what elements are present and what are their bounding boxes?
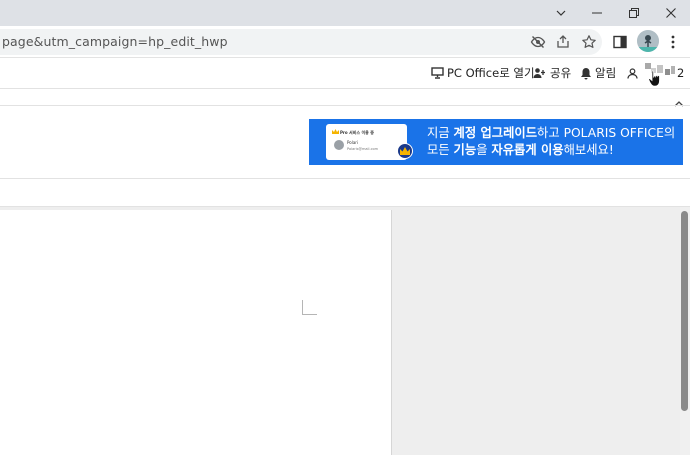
address-bar-row: page&utm_campaign=hp_edit_hwp <box>0 26 690 58</box>
star-icon[interactable] <box>581 34 597 50</box>
banner-line-2: 모든 기능을 자유롭게 이용해보세요! <box>427 143 614 157</box>
vertical-scrollbar-thumb[interactable] <box>681 211 688 411</box>
share-button[interactable]: 공유 <box>533 64 571 82</box>
header-divider <box>0 88 690 89</box>
crown-badge-icon <box>397 143 413 159</box>
card-name: Polari <box>347 140 359 145</box>
crown-icon <box>332 129 339 134</box>
document-page[interactable] <box>0 210 392 455</box>
share-label: 공유 <box>550 66 572 80</box>
pro-account-card: Pro 서비스 이용 중 Polari Polaris@mail.com <box>326 124 407 160</box>
omnibox[interactable]: page&utm_campaign=hp_edit_hwp <box>0 29 602 55</box>
restore-icon[interactable] <box>614 0 654 26</box>
share-icon[interactable] <box>555 34 571 50</box>
ribbon-divider <box>0 105 690 106</box>
eye-off-icon[interactable] <box>530 34 546 50</box>
app-header: PC Office로 열기 공유 알림 2 <box>0 58 690 88</box>
banner-line-1: 지금 계정 업그레이드하고 POLARIS OFFICE의 <box>427 126 676 140</box>
alerts-button[interactable]: 알림 <box>580 64 616 82</box>
minimize-icon[interactable] <box>577 0 617 26</box>
monitor-icon <box>431 67 444 79</box>
browser-window: page&utm_campaign=hp_edit_hwp PC Office로… <box>0 0 690 455</box>
bell-icon <box>581 67 591 79</box>
alerts-label: 알림 <box>595 66 617 80</box>
ruler-divider-top <box>0 178 690 179</box>
open-in-pc-office-button[interactable]: PC Office로 열기 <box>431 64 535 82</box>
side-panel-icon[interactable] <box>612 34 628 50</box>
url-text[interactable]: page&utm_campaign=hp_edit_hwp <box>2 34 228 49</box>
profile-avatar[interactable] <box>637 30 659 52</box>
user-name-suffix: 2 <box>677 66 685 80</box>
user-account-button[interactable] <box>627 64 641 82</box>
card-title: Pro 서비스 이용 중 <box>340 130 374 135</box>
open-in-pc-office-label: PC Office로 열기 <box>447 66 535 80</box>
close-icon[interactable] <box>651 0 690 26</box>
card-email: Polaris@mail.com <box>347 147 379 151</box>
people-share-icon <box>533 68 545 78</box>
collapse-ribbon-chevron-icon[interactable] <box>674 92 686 107</box>
card-avatar <box>334 140 344 150</box>
user-icon <box>627 67 638 79</box>
upgrade-banner[interactable]: Pro 서비스 이용 중 Polari Polaris@mail.com 지금 … <box>309 119 683 165</box>
window-titlebar <box>0 0 690 26</box>
kebab-menu-icon[interactable] <box>665 34 681 50</box>
banner-message: 지금 계정 업그레이드하고 POLARIS OFFICE의 모든 기능을 자유롭… <box>427 125 675 159</box>
tab-search-chevron-icon[interactable] <box>541 0 581 26</box>
page-margin-mark <box>302 300 317 315</box>
